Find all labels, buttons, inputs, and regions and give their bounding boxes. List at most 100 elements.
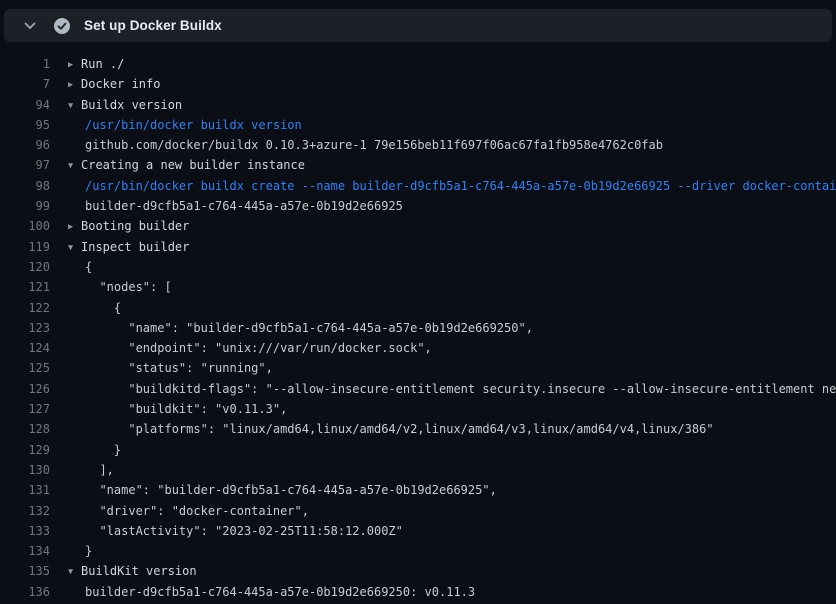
line-number[interactable]: 100 (0, 216, 50, 236)
group-label: Booting builder (81, 219, 189, 233)
log-line: 121 "nodes": [ (0, 277, 836, 297)
line-number[interactable]: 127 (0, 399, 50, 419)
log-line: 130 ], (0, 460, 836, 480)
line-number[interactable]: 94 (0, 95, 50, 115)
log-line: 119▼Inspect builder (0, 237, 836, 257)
log-line: 133 "lastActivity": "2023-02-25T11:58:12… (0, 521, 836, 541)
line-number[interactable]: 96 (0, 135, 50, 155)
line-number[interactable]: 1 (0, 54, 50, 74)
log-output-text: "buildkit": "v0.11.3", (50, 399, 287, 419)
log-command-text: /usr/bin/docker buildx version (50, 115, 302, 135)
log-output-text: } (50, 440, 121, 460)
line-number[interactable]: 125 (0, 358, 50, 378)
line-number[interactable]: 134 (0, 541, 50, 561)
log-line: 135▼BuildKit version (0, 561, 836, 581)
line-number[interactable]: 123 (0, 318, 50, 338)
actions-log-viewer: Set up Docker Buildx 1▶Run ./7▶Docker in… (0, 0, 836, 604)
log-output-text: "name": "builder-d9cfb5a1-c764-445a-a57e… (50, 318, 533, 338)
line-number[interactable]: 7 (0, 74, 50, 94)
line-number[interactable]: 130 (0, 460, 50, 480)
log-output-text: "status": "running", (50, 358, 273, 378)
log-output-text: "nodes": [ (50, 277, 172, 297)
log-output-text: "platforms": "linux/amd64,linux/amd64/v2… (50, 419, 714, 439)
log-output-text: "buildkitd-flags": "--allow-insecure-ent… (50, 379, 836, 399)
log-line: 131 "name": "builder-d9cfb5a1-c764-445a-… (0, 480, 836, 500)
log-line: 125 "status": "running", (0, 358, 836, 378)
log-group-toggle[interactable]: ▼Inspect builder (50, 237, 189, 257)
log-line: 136builder-d9cfb5a1-c764-445a-a57e-0b19d… (0, 582, 836, 602)
log-output-text: builder-d9cfb5a1-c764-445a-a57e-0b19d2e6… (50, 582, 475, 602)
log-output-text: "lastActivity": "2023-02-25T11:58:12.000… (50, 521, 403, 541)
log-line: 98/usr/bin/docker buildx create --name b… (0, 176, 836, 196)
chevron-down-icon: ▼ (68, 96, 81, 115)
chevron-right-icon: ▶ (68, 55, 81, 74)
log-line: 99builder-d9cfb5a1-c764-445a-a57e-0b19d2… (0, 196, 836, 216)
log-group-toggle[interactable]: ▼Buildx version (50, 95, 182, 115)
log-line: 97▼Creating a new builder instance (0, 155, 836, 175)
group-label: Buildx version (81, 98, 182, 112)
log-line: 123 "name": "builder-d9cfb5a1-c764-445a-… (0, 318, 836, 338)
log-line: 7▶Docker info (0, 74, 836, 94)
log-group-toggle[interactable]: ▼Creating a new builder instance (50, 155, 305, 175)
chevron-right-icon: ▶ (68, 75, 81, 94)
line-number[interactable]: 135 (0, 561, 50, 581)
group-label: BuildKit version (81, 564, 197, 578)
line-number[interactable]: 119 (0, 237, 50, 257)
log-line: 95/usr/bin/docker buildx version (0, 115, 836, 135)
log-command-text: /usr/bin/docker buildx create --name bui… (50, 176, 836, 196)
log-line: 1▶Run ./ (0, 54, 836, 74)
log-line: 132 "driver": "docker-container", (0, 501, 836, 521)
log-group-toggle[interactable]: ▶Docker info (50, 74, 160, 94)
check-circle-icon (54, 18, 70, 34)
chevron-down-icon: ▼ (68, 238, 81, 257)
log-output-text: github.com/docker/buildx 0.10.3+azure-1 … (50, 135, 663, 155)
log-output-text: builder-d9cfb5a1-c764-445a-a57e-0b19d2e6… (50, 196, 403, 216)
line-number[interactable]: 98 (0, 176, 50, 196)
log-output-text: { (50, 257, 92, 277)
log-line: 128 "platforms": "linux/amd64,linux/amd6… (0, 419, 836, 439)
line-number[interactable]: 132 (0, 501, 50, 521)
line-number[interactable]: 128 (0, 419, 50, 439)
log-line: 124 "endpoint": "unix:///var/run/docker.… (0, 338, 836, 358)
line-number[interactable]: 97 (0, 155, 50, 175)
log-group-toggle[interactable]: ▶Run ./ (50, 54, 124, 74)
step-header[interactable]: Set up Docker Buildx (4, 9, 832, 42)
log-body: 1▶Run ./7▶Docker info94▼Buildx version95… (0, 42, 836, 604)
log-group-toggle[interactable]: ▼BuildKit version (50, 561, 197, 581)
log-line: 122 { (0, 298, 836, 318)
line-number[interactable]: 129 (0, 440, 50, 460)
line-number[interactable]: 120 (0, 257, 50, 277)
log-line: 100▶Booting builder (0, 216, 836, 236)
line-number[interactable]: 122 (0, 298, 50, 318)
chevron-right-icon: ▶ (68, 217, 81, 236)
line-number[interactable]: 121 (0, 277, 50, 297)
line-number[interactable]: 124 (0, 338, 50, 358)
group-label: Run ./ (81, 57, 124, 71)
log-line: 126 "buildkitd-flags": "--allow-insecure… (0, 379, 836, 399)
step-title: Set up Docker Buildx (84, 18, 222, 33)
log-output-text: { (50, 298, 121, 318)
group-label: Creating a new builder instance (81, 158, 305, 172)
log-line: 129 } (0, 440, 836, 460)
chevron-down-icon[interactable] (22, 18, 38, 34)
line-number[interactable]: 95 (0, 115, 50, 135)
chevron-down-icon: ▼ (68, 562, 81, 581)
group-label: Docker info (81, 77, 160, 91)
line-number[interactable]: 126 (0, 379, 50, 399)
log-output-text: } (50, 541, 92, 561)
line-number[interactable]: 136 (0, 582, 50, 602)
log-line: 94▼Buildx version (0, 95, 836, 115)
log-line: 120{ (0, 257, 836, 277)
log-line: 127 "buildkit": "v0.11.3", (0, 399, 836, 419)
log-group-toggle[interactable]: ▶Booting builder (50, 216, 189, 236)
log-output-text: "driver": "docker-container", (50, 501, 309, 521)
line-number[interactable]: 133 (0, 521, 50, 541)
line-number[interactable]: 99 (0, 196, 50, 216)
chevron-down-icon: ▼ (68, 156, 81, 175)
log-output-text: ], (50, 460, 114, 480)
group-label: Inspect builder (81, 240, 189, 254)
log-output-text: "name": "builder-d9cfb5a1-c764-445a-a57e… (50, 480, 497, 500)
line-number[interactable]: 131 (0, 480, 50, 500)
log-line: 134} (0, 541, 836, 561)
log-output-text: "endpoint": "unix:///var/run/docker.sock… (50, 338, 432, 358)
